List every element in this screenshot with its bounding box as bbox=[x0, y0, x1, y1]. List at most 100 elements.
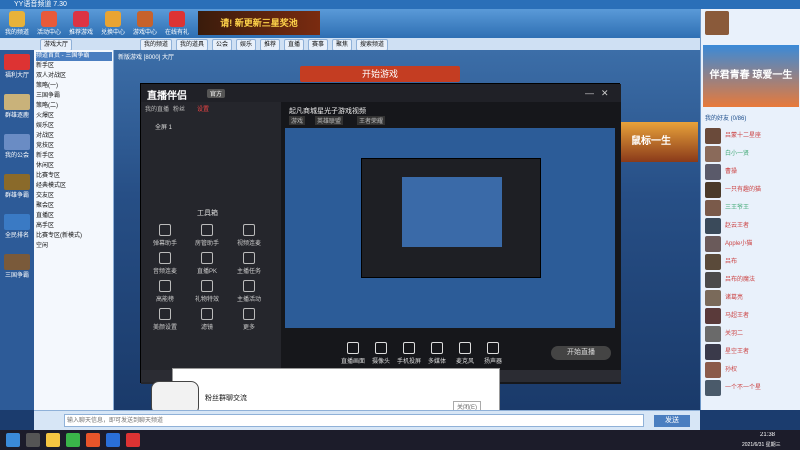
stream-tag[interactable]: 游戏 bbox=[289, 116, 306, 125]
stream-control-button[interactable]: 扬声器 bbox=[479, 342, 507, 365]
sidebar-item-guild[interactable]: 我的公会 bbox=[2, 134, 32, 160]
windows-start-icon[interactable] bbox=[6, 433, 20, 447]
channel-item[interactable]: 双人对战区 bbox=[36, 72, 112, 81]
toolbar-button-gamecenter[interactable]: 游戏中心 bbox=[130, 10, 160, 37]
app-icon[interactable] bbox=[86, 433, 100, 447]
stream-tag[interactable]: 王者荣耀 bbox=[357, 116, 386, 125]
channel-item[interactable]: 策略(二) bbox=[36, 102, 112, 111]
sidebar-item-ranking[interactable]: 全民排名 bbox=[2, 214, 32, 240]
avatar bbox=[705, 146, 721, 162]
tool-button[interactable]: 高能榜 bbox=[149, 278, 181, 304]
channel-item[interactable]: 竞技区 bbox=[36, 142, 112, 151]
friend-name: 曹操 bbox=[725, 169, 738, 175]
tool-button[interactable]: 更多 bbox=[233, 306, 265, 332]
channel-item[interactable]: 休闲区 bbox=[36, 162, 112, 171]
nav-settings[interactable]: 设置 bbox=[197, 104, 209, 113]
sidebar-item-heroes[interactable]: 群雄逐鹿 bbox=[2, 94, 32, 120]
tool-button[interactable]: 主播活动 bbox=[233, 278, 265, 304]
promo-banner[interactable]: 请! 新更新三星奖池 bbox=[198, 11, 320, 35]
toolbar-button-gift[interactable]: 在线有礼 bbox=[162, 10, 192, 37]
channel-item[interactable]: 直播区 bbox=[36, 212, 112, 221]
avatar bbox=[705, 200, 721, 216]
friend-row[interactable]: 一个不一个星 bbox=[705, 379, 799, 397]
channel-item[interactable]: 频道首页 - 三国争霸 bbox=[36, 52, 112, 61]
stream-control-button[interactable]: 直播画面 bbox=[339, 342, 367, 365]
channel-item[interactable]: 比赛专区(新模式) bbox=[36, 232, 112, 241]
channel-item[interactable]: 新手区 bbox=[36, 152, 112, 161]
tool-button[interactable]: 音频连麦 bbox=[149, 250, 181, 276]
search-icon[interactable] bbox=[26, 433, 40, 447]
channel-item[interactable]: 娱乐区 bbox=[36, 122, 112, 131]
toolbar-button-activity[interactable]: 活动中心 bbox=[34, 10, 64, 37]
start-live-button[interactable]: 开始直播 bbox=[551, 346, 611, 360]
right-promo-banner[interactable]: 伴君青春 琼爱一生 bbox=[703, 45, 799, 107]
channel-item[interactable]: 三国争霸 bbox=[36, 92, 112, 101]
friend-row[interactable]: 星空王者 bbox=[705, 343, 799, 361]
exchange-icon bbox=[105, 11, 121, 27]
close-icon[interactable]: ✕ bbox=[601, 88, 609, 99]
toolbar-button-games[interactable]: 推荐游戏 bbox=[66, 10, 96, 37]
channel-item[interactable]: 交友区 bbox=[36, 192, 112, 201]
channel-item[interactable]: 对战区 bbox=[36, 132, 112, 141]
channel-item[interactable]: 高手区 bbox=[36, 222, 112, 231]
control-icon bbox=[347, 342, 359, 354]
toolbar-button-channels[interactable]: 我的频道 bbox=[2, 10, 32, 37]
tool-button[interactable]: 直播PK bbox=[191, 250, 223, 276]
tool-button[interactable]: 弹幕助手 bbox=[149, 222, 181, 248]
clock-date: 2021/6/31 星期三 bbox=[742, 442, 781, 448]
friend-row[interactable]: Apple小猫 bbox=[705, 235, 799, 253]
channel-item[interactable]: 聚会区 bbox=[36, 202, 112, 211]
wechat-icon[interactable] bbox=[66, 433, 80, 447]
stream-tag[interactable]: 英雄联盟 bbox=[315, 116, 344, 125]
minimize-icon[interactable]: — bbox=[585, 88, 594, 98]
friend-row[interactable]: 吕布 bbox=[705, 253, 799, 271]
friend-row[interactable]: 马超王者 bbox=[705, 307, 799, 325]
channel-item[interactable]: 策略(一) bbox=[36, 82, 112, 91]
control-icon bbox=[459, 342, 471, 354]
toolbar-button-exchange[interactable]: 兑换中心 bbox=[98, 10, 128, 37]
tool-button[interactable]: 滤镜 bbox=[191, 306, 223, 332]
channel-item[interactable]: 空闲 bbox=[36, 242, 112, 251]
control-icon bbox=[431, 342, 443, 354]
friend-row[interactable]: 一只有趣的猫 bbox=[705, 181, 799, 199]
friend-row[interactable]: 白小一贤 bbox=[705, 145, 799, 163]
tool-label: 直播PK bbox=[196, 269, 217, 275]
channel-item[interactable]: 比赛专区 bbox=[36, 172, 112, 181]
tool-button[interactable]: 房管助手 bbox=[191, 222, 223, 248]
stream-control-button[interactable]: 多媒体 bbox=[423, 342, 451, 365]
folder-icon[interactable] bbox=[46, 433, 60, 447]
friend-row[interactable]: 曹操 bbox=[705, 163, 799, 181]
stream-control-button[interactable]: 摄像头 bbox=[367, 342, 395, 365]
friend-row[interactable]: 吕布的魔法 bbox=[705, 271, 799, 289]
avatar[interactable] bbox=[705, 11, 729, 35]
chat-input[interactable] bbox=[64, 414, 644, 427]
nav-my-live[interactable]: 我的直播 bbox=[145, 104, 169, 113]
stream-control-button[interactable]: 麦克风 bbox=[451, 342, 479, 365]
nav-fans[interactable]: 粉丝 bbox=[173, 104, 185, 113]
scene-name[interactable]: 全屏 1 bbox=[155, 122, 172, 131]
sidebar-item-three-kingdoms[interactable]: 三国争霸 bbox=[2, 254, 32, 280]
game-app-icon[interactable] bbox=[126, 433, 140, 447]
send-button[interactable]: 发送 bbox=[654, 415, 690, 427]
channel-item[interactable]: 经典模式区 bbox=[36, 182, 112, 191]
tool-icon bbox=[201, 224, 213, 236]
friend-name: 马超王者 bbox=[725, 313, 750, 319]
friend-row[interactable]: 孙权 bbox=[705, 361, 799, 379]
channel-item[interactable]: 火爆区 bbox=[36, 112, 112, 121]
tool-button[interactable]: 视频连麦 bbox=[233, 222, 265, 248]
tool-button[interactable]: 礼物特效 bbox=[191, 278, 223, 304]
sidebar-item-welfare[interactable]: 福利大厅 bbox=[2, 54, 32, 80]
start-game-button[interactable]: 开始游戏 bbox=[300, 66, 460, 82]
channel-item[interactable]: 新手区 bbox=[36, 62, 112, 71]
sidebar-item-contest[interactable]: 群雄争霸 bbox=[2, 174, 32, 200]
friend-row[interactable]: 诸葛亮 bbox=[705, 289, 799, 307]
friend-row[interactable]: 赵云王者 bbox=[705, 217, 799, 235]
stream-control-button[interactable]: 手机投屏 bbox=[395, 342, 423, 365]
tool-button[interactable]: 美颜设置 bbox=[149, 306, 181, 332]
friend-row[interactable]: 吕蒙十二星座 bbox=[705, 127, 799, 145]
browser-icon[interactable] bbox=[106, 433, 120, 447]
friend-row[interactable]: 关羽二 bbox=[705, 325, 799, 343]
tool-button[interactable]: 主播任务 bbox=[233, 250, 265, 276]
tool-icon bbox=[243, 308, 255, 320]
friend-row[interactable]: 三王爷王 bbox=[705, 199, 799, 217]
